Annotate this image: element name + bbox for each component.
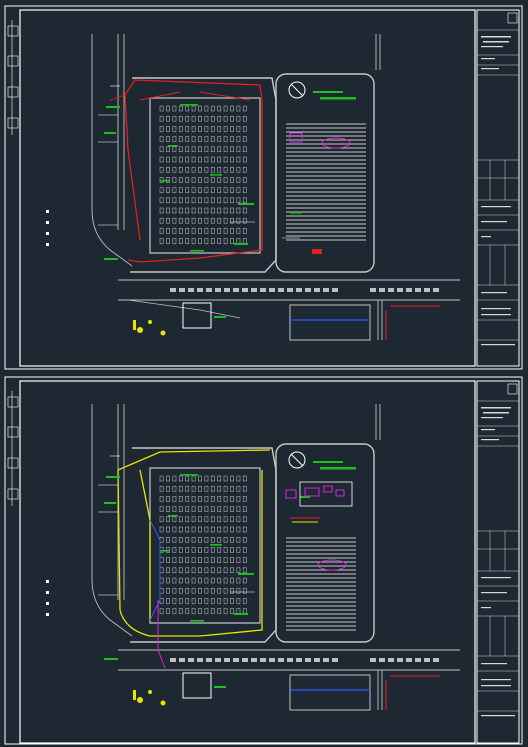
cad-drawing-canvas — [0, 0, 528, 747]
background — [0, 0, 528, 747]
red-symbol — [312, 249, 322, 254]
